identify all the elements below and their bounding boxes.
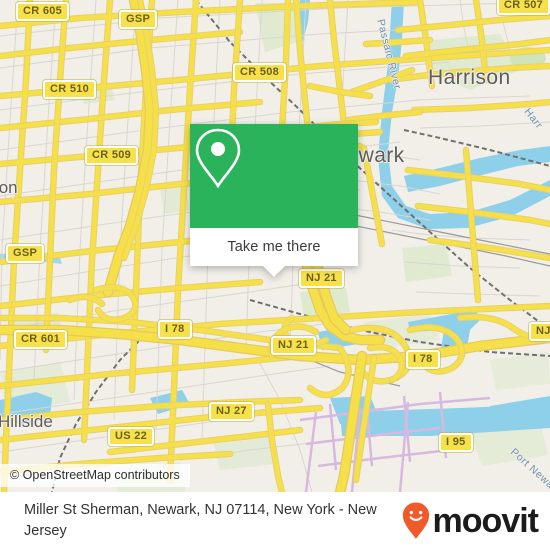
shield-i-78-west[interactable]: I 78 [158, 320, 192, 339]
shield-cr-605[interactable]: CR 605 [16, 2, 70, 21]
shield-nj-27[interactable]: NJ 27 [209, 402, 254, 421]
popup-tail-icon [263, 266, 285, 277]
shield-nj-21-south[interactable]: NJ 21 [271, 336, 316, 355]
shield-i-95[interactable]: I 95 [439, 433, 473, 452]
location-preview-card[interactable]: Take me there [190, 124, 358, 277]
shield-cr-508[interactable]: CR 508 [233, 63, 287, 82]
map-screenshot: .mstreet{fill:none;stroke:#d9d6d0;stroke… [0, 0, 550, 550]
location-title: Miller St Sherman, Newark, NJ 07114, New… [24, 502, 377, 539]
location-preview-image [190, 124, 358, 228]
moovit-wordmark: moovit [432, 502, 539, 540]
shield-gsp-mid[interactable]: GSP [6, 244, 45, 263]
map-pin-icon [195, 128, 241, 189]
take-me-there-action[interactable]: Take me there [190, 228, 358, 277]
shield-gsp-top[interactable]: GSP [119, 10, 158, 29]
shield-us-22[interactable]: US 22 [108, 427, 155, 446]
shield-cr-509[interactable]: CR 509 [85, 146, 139, 165]
bottom-info-bar: Miller St Sherman, Newark, NJ 07114, New… [0, 492, 550, 550]
moovit-logo[interactable]: moovit [401, 501, 539, 541]
map-canvas[interactable]: .mstreet{fill:none;stroke:#d9d6d0;stroke… [0, 0, 550, 492]
take-me-there-label: Take me there [227, 239, 321, 255]
shield-i-78-east[interactable]: I 78 [406, 350, 440, 369]
shield-nj-east-edge[interactable]: NJ [529, 322, 550, 341]
shield-nj-21-north[interactable]: NJ 21 [299, 269, 344, 288]
moovit-smiley-pin-icon [402, 502, 429, 539]
map-attribution[interactable]: © OpenStreetMap contributors [0, 464, 190, 487]
shield-cr-510[interactable]: CR 510 [43, 80, 97, 99]
shield-cr-601[interactable]: CR 601 [14, 330, 68, 349]
shield-cr-507[interactable]: CR 507 [497, 0, 550, 15]
